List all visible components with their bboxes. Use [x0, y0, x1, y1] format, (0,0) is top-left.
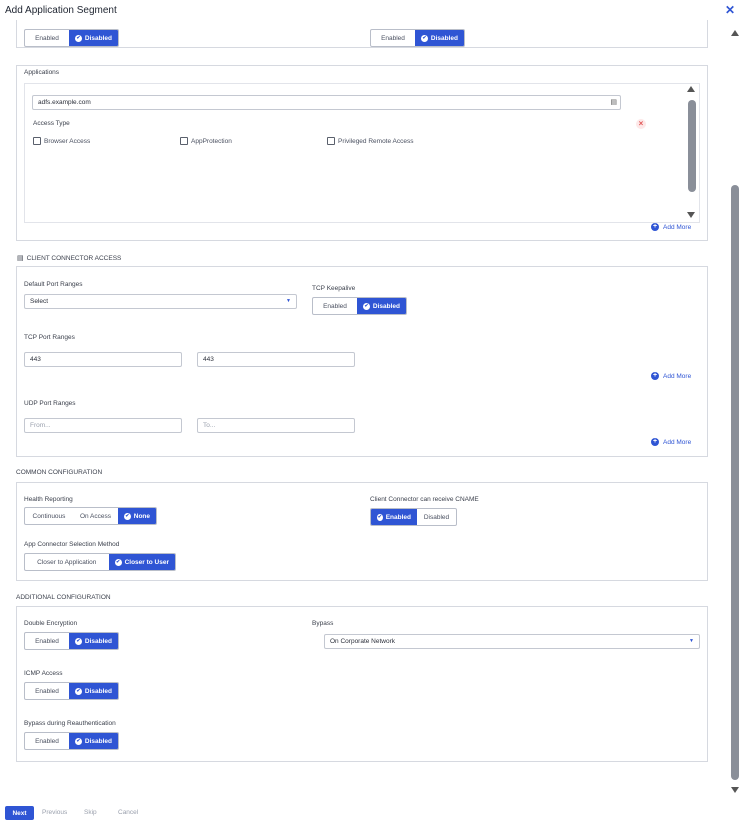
skip-button[interactable]: Skip — [84, 809, 97, 816]
plus-circle-icon: + — [651, 372, 659, 380]
udp-to-placeholder: To... — [203, 422, 216, 429]
page-scrollbar-thumb[interactable] — [731, 185, 739, 780]
tcp-from-input[interactable]: 443 — [24, 352, 182, 367]
cancel-button[interactable]: Cancel — [118, 809, 138, 816]
client-connector-heading: ▤ CLIENT CONNECTOR ACCESS — [17, 254, 121, 262]
icmp-enabled[interactable]: Enabled — [25, 683, 69, 699]
tcp-to-value: 443 — [203, 356, 214, 363]
browser-access-checkbox[interactable]: Browser Access — [33, 137, 90, 145]
udp-from-placeholder: From... — [30, 422, 51, 429]
double-encryption-enabled[interactable]: Enabled — [25, 633, 69, 649]
app-protection-checkbox[interactable]: AppProtection — [180, 137, 232, 145]
health-reporting-continuous[interactable]: Continuous — [25, 508, 73, 524]
icmp-access-label: ICMP Access — [24, 670, 63, 677]
cname-toggle: Enabled Disabled — [370, 508, 457, 526]
health-reporting-none[interactable]: None — [118, 508, 156, 524]
tcp-from-value: 443 — [30, 356, 41, 363]
previous-button[interactable]: Previous — [42, 809, 67, 816]
udp-port-ranges-label: UDP Port Ranges — [24, 400, 76, 407]
icmp-disabled[interactable]: Disabled — [69, 683, 118, 699]
health-reporting-toggle: Continuous On Access None — [24, 507, 157, 525]
list-scroll-down-icon[interactable] — [687, 212, 695, 218]
health-reporting-label: Health Reporting — [24, 496, 73, 503]
default-port-ranges-select[interactable]: Select — [24, 294, 297, 309]
add-more-label: Add More — [663, 223, 692, 231]
double-encryption-disabled[interactable]: Disabled — [69, 633, 118, 649]
plus-circle-icon: + — [651, 223, 659, 231]
checkbox-label: Browser Access — [44, 137, 91, 145]
applications-add-more-button[interactable]: + Add More — [651, 223, 691, 231]
bypass-label: Bypass — [312, 620, 334, 627]
bypass-select[interactable]: On Corporate Network — [324, 634, 700, 649]
double-encryption-toggle: Enabled Disabled — [24, 632, 119, 650]
server-icon: ▤ — [17, 255, 24, 262]
udp-add-more-button[interactable]: + Add More — [651, 438, 691, 446]
tcp-keepalive-toggle: Enabled Disabled — [312, 297, 407, 315]
bypass-value: On Corporate Network — [330, 638, 396, 645]
tcp-keepalive-disabled[interactable]: Disabled — [357, 298, 406, 314]
checkbox-label: AppProtection — [191, 137, 232, 145]
top-toggle-1-enabled[interactable]: Enabled — [25, 30, 69, 46]
add-more-label: Add More — [663, 372, 692, 380]
close-icon[interactable]: ✕ — [725, 3, 735, 17]
selection-method-label: App Connector Selection Method — [24, 541, 120, 548]
double-encryption-label: Double Encryption — [24, 620, 78, 627]
access-type-label: Access Type — [33, 120, 70, 127]
top-toggle-1-disabled[interactable]: Disabled — [69, 30, 118, 46]
default-port-ranges-value: Select — [30, 298, 49, 305]
remove-icon[interactable]: × — [636, 119, 646, 129]
default-port-ranges-label: Default Port Ranges — [24, 281, 83, 288]
udp-to-input[interactable]: To... — [197, 418, 355, 433]
privileged-remote-access-checkbox[interactable]: Privileged Remote Access — [327, 137, 414, 145]
tcp-to-input[interactable]: 443 — [197, 352, 355, 367]
additional-configuration-heading: ADDITIONAL CONFIGURATION — [16, 594, 111, 601]
top-toggle-2: Enabled Disabled — [370, 29, 465, 47]
tcp-keepalive-label: TCP Keepalive — [312, 285, 356, 292]
selection-closer-to-user[interactable]: Closer to User — [108, 554, 175, 570]
bypass-reauth-enabled[interactable]: Enabled — [25, 733, 69, 749]
tcp-port-ranges-label: TCP Port Ranges — [24, 334, 75, 341]
additional-configuration-section — [16, 606, 708, 762]
client-connector-heading-text: CLIENT CONNECTOR ACCESS — [26, 255, 122, 262]
list-scrollbar-thumb[interactable] — [688, 100, 696, 192]
checkbox-label: Privileged Remote Access — [338, 137, 414, 145]
add-more-label: Add More — [663, 438, 692, 446]
health-reporting-on-access[interactable]: On Access — [73, 508, 118, 524]
checkbox-box — [327, 137, 335, 145]
page-scroll-down-icon[interactable] — [731, 787, 739, 793]
icmp-access-toggle: Enabled Disabled — [24, 682, 119, 700]
applications-label: Applications — [24, 69, 60, 76]
checkbox-box — [33, 137, 41, 145]
bypass-reauth-label: Bypass during Reauthentication — [24, 720, 116, 727]
server-icon: ▤ — [610, 99, 617, 106]
top-toggle-2-disabled[interactable]: Disabled — [415, 30, 464, 46]
bypass-reauth-disabled[interactable]: Disabled — [69, 733, 118, 749]
top-toggle-2-enabled[interactable]: Enabled — [371, 30, 415, 46]
top-toggle-1: Enabled Disabled — [24, 29, 119, 47]
page-scroll-up-icon[interactable] — [731, 30, 739, 36]
common-configuration-heading: COMMON CONFIGURATION — [16, 469, 103, 476]
top-section — [16, 20, 708, 48]
bypass-reauth-toggle: Enabled Disabled — [24, 732, 119, 750]
domain-value: adfs.example.com — [38, 99, 91, 106]
selection-method-toggle: Closer to Application Closer to User — [24, 553, 176, 571]
list-scroll-up-icon[interactable] — [687, 86, 695, 92]
tcp-keepalive-enabled[interactable]: Enabled — [313, 298, 357, 314]
page-title: Add Application Segment — [5, 5, 117, 16]
udp-from-input[interactable]: From... — [24, 418, 182, 433]
cname-label: Client Connector can receive CNAME — [370, 496, 479, 503]
checkbox-box — [180, 137, 188, 145]
plus-circle-icon: + — [651, 438, 659, 446]
selection-closer-to-application[interactable]: Closer to Application — [25, 554, 109, 570]
next-button[interactable]: Next — [5, 806, 34, 820]
tcp-add-more-button[interactable]: + Add More — [651, 372, 691, 380]
cname-disabled[interactable]: Disabled — [417, 509, 456, 525]
domain-input[interactable]: adfs.example.com ▤ — [32, 95, 621, 110]
cname-enabled[interactable]: Enabled — [371, 509, 417, 525]
